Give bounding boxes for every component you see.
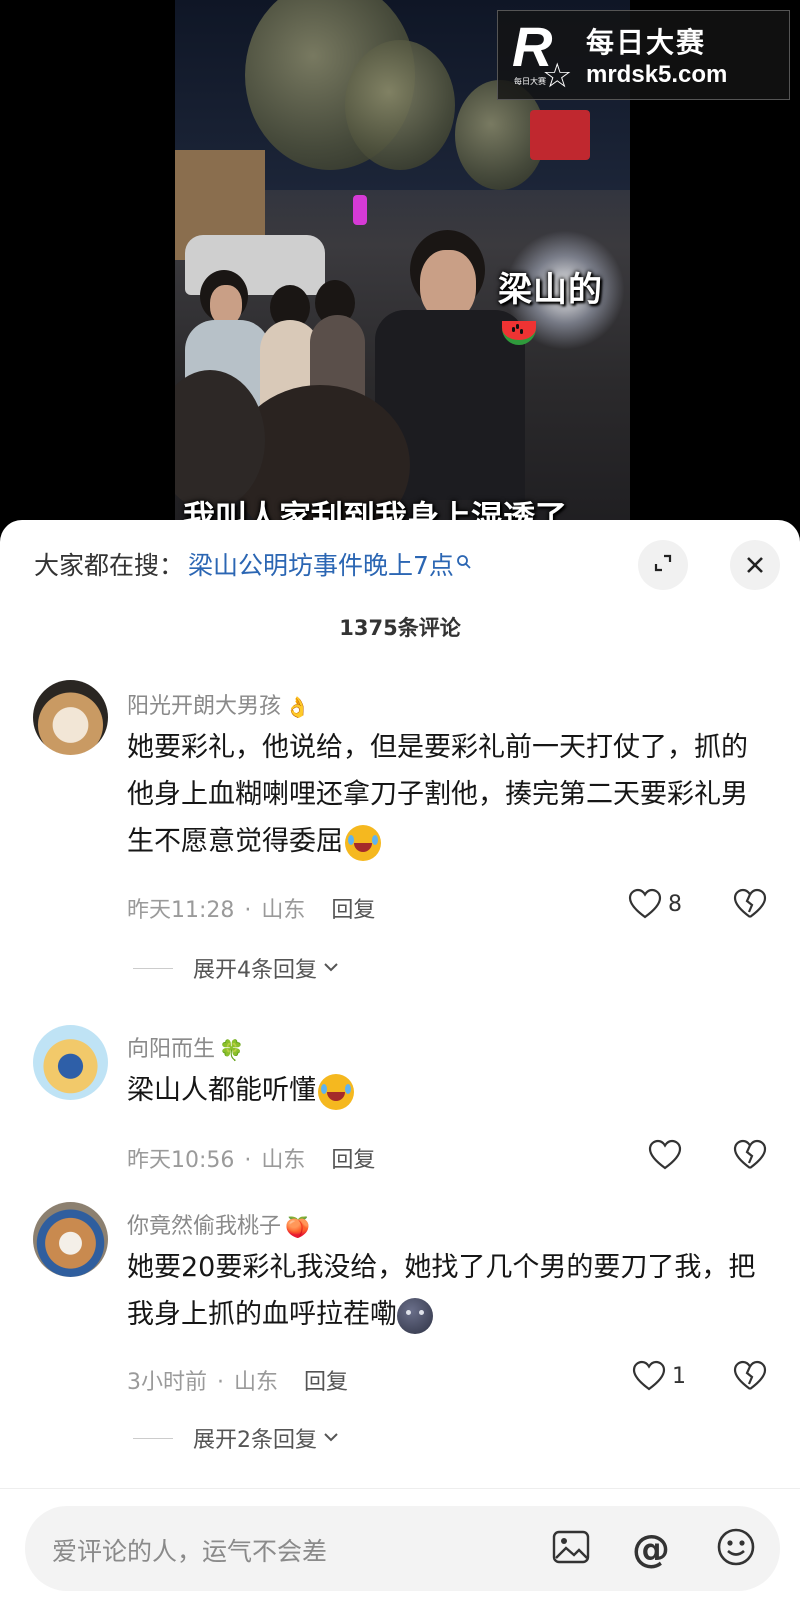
expand-button[interactable] (638, 540, 688, 590)
like-count: 1 (672, 1363, 686, 1389)
comment-time: 3小时前 (127, 1370, 207, 1395)
comment-meta: 昨天11:28 · 山东 回复 (127, 898, 376, 923)
broken-heart-icon (733, 1360, 767, 1392)
watermark-title: 每日大赛 (586, 26, 707, 59)
comment-location: 山东 (261, 898, 306, 923)
image-icon (552, 1530, 590, 1568)
neon-sign (353, 195, 367, 225)
site-watermark: R ☆ 每日大赛 每日大赛 mrdsk5.com (497, 10, 790, 100)
broken-heart-icon (733, 888, 767, 920)
like-button[interactable] (648, 1139, 682, 1171)
close-button[interactable] (730, 540, 780, 590)
trending-search[interactable]: 大家都在搜： 梁山公明坊事件晚上7点 (34, 544, 472, 584)
smiley-icon (716, 1527, 756, 1571)
new-moon-face-icon (397, 1297, 433, 1334)
at-icon: @ (632, 1527, 670, 1571)
site-logo: R ☆ 每日大赛 (498, 10, 586, 100)
avatar[interactable] (33, 1202, 108, 1277)
search-icon (456, 554, 472, 575)
search-prefix: 大家都在搜： (34, 551, 185, 580)
search-query-link[interactable]: 梁山公明坊事件晚上7点 (188, 546, 454, 582)
heart-icon (648, 1139, 682, 1171)
neon-sign (530, 110, 590, 160)
divider (0, 1488, 800, 1489)
heart-icon (628, 888, 662, 920)
expand-icon (652, 552, 674, 578)
comment-location: 山东 (261, 1148, 306, 1173)
logo-small-text: 每日大赛 (514, 77, 546, 86)
like-count: 8 (668, 891, 682, 917)
avatar[interactable] (33, 680, 108, 755)
video-player[interactable]: 梁山的 我叫人家刮到我身上湿透了 R ☆ 每日大赛 每日大赛 mrdsk5.co… (0, 0, 800, 545)
tree (345, 40, 455, 170)
crowd-face (210, 285, 242, 325)
image-button[interactable] (548, 1526, 594, 1572)
comment-time: 昨天10:56 (127, 1148, 235, 1173)
comment-username[interactable]: 向阳而生 🍀 (127, 1031, 244, 1063)
comment-input-placeholder: 爱评论的人，运气不会差 (52, 1537, 328, 1566)
broken-heart-icon (733, 1139, 767, 1171)
chevron-down-icon (323, 1430, 339, 1446)
like-button[interactable]: 8 (628, 888, 682, 920)
clover-icon: 🍀 (219, 1038, 244, 1062)
comment-count: 1375条评论 (339, 616, 461, 640)
avatar[interactable] (33, 1025, 108, 1100)
comment-text: 她要彩礼，他说给，但是要彩礼前一天打仗了，抓的他身上血糊喇哩还拿刀子割他，揍完第… (127, 724, 767, 865)
peach-icon: 🍑 (285, 1215, 310, 1239)
watermelon-icon (502, 320, 536, 345)
divider (133, 1437, 173, 1439)
laughing-tears-icon (318, 1073, 354, 1110)
comment-location: 山东 (234, 1370, 279, 1395)
close-icon (745, 549, 765, 582)
reply-button[interactable]: 回复 (304, 1370, 348, 1395)
like-button[interactable]: 1 (632, 1360, 686, 1392)
reply-button[interactable]: 回复 (331, 1148, 375, 1173)
reply-button[interactable]: 回复 (331, 898, 375, 923)
chevron-down-icon (323, 960, 339, 976)
comments-sheet: 大家都在搜： 梁山公明坊事件晚上7点 1375条评论 阳光开朗大男孩 👌 她要彩礼… (0, 520, 800, 1605)
comment-input[interactable]: 爱评论的人，运气不会差 @ (25, 1506, 780, 1591)
expand-replies-button[interactable]: 展开2条回复 (133, 1422, 339, 1454)
watermark-url: mrdsk5.com (586, 61, 728, 88)
comment-meta: 昨天10:56 · 山东 回复 (127, 1148, 376, 1173)
comment-meta: 3小时前 · 山东 回复 (127, 1370, 349, 1395)
comment-time: 昨天11:28 (127, 898, 235, 923)
divider (133, 967, 173, 969)
star-icon: ☆ (542, 56, 573, 96)
mention-button[interactable]: @ (628, 1526, 674, 1572)
ok-hand-icon: 👌 (285, 695, 310, 719)
comment-text: 她要20要彩礼我没给，她找了几个男的要刀了我，把我身上抓的血呼拉茬嘞 (127, 1244, 767, 1338)
emoji-button[interactable] (713, 1526, 759, 1572)
heart-icon (632, 1360, 666, 1392)
comment-username[interactable]: 你竟然偷我桃子 🍑 (127, 1208, 310, 1240)
dislike-button[interactable] (733, 888, 767, 920)
dislike-button[interactable] (733, 1360, 767, 1392)
dislike-button[interactable] (733, 1139, 767, 1171)
comment-text: 梁山人都能听懂 (127, 1067, 767, 1114)
expand-replies-button[interactable]: 展开4条回复 (133, 952, 339, 984)
comment-username[interactable]: 阳光开朗大男孩 👌 (127, 688, 310, 720)
video-caption-top: 梁山的 (498, 262, 630, 351)
laughing-tears-icon (345, 824, 381, 861)
